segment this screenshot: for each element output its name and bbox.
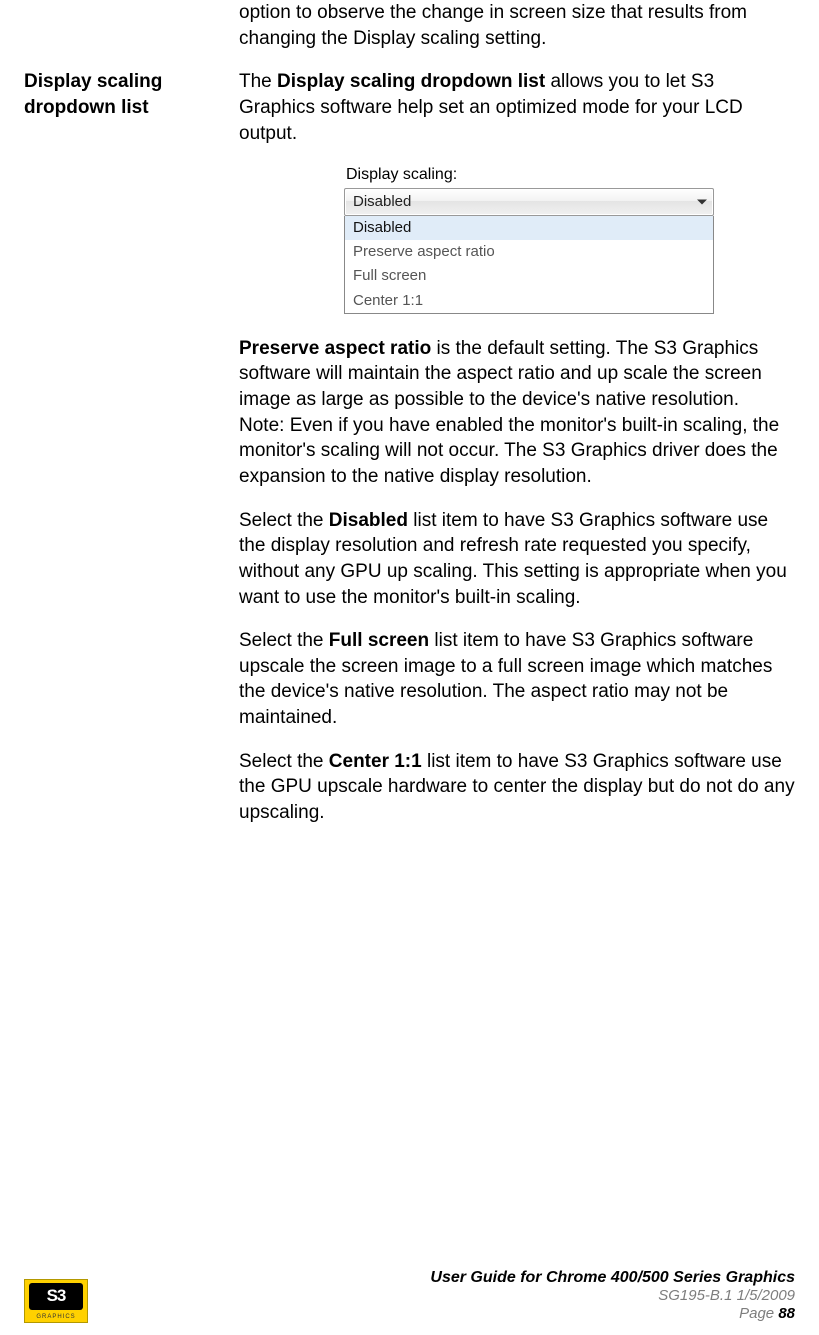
text-fragment: The (239, 71, 277, 92)
text-fragment: Select the (239, 510, 329, 531)
paragraph-full-screen: Select the Full screen list item to have… (239, 628, 795, 731)
dropdown-list: Disabled Preserve aspect ratio Full scre… (344, 216, 714, 314)
bold-term: Display scaling dropdown list (277, 71, 545, 92)
logo-text: S3 (29, 1283, 83, 1310)
bold-term: Full screen (329, 630, 429, 651)
note-text: Note: Even if you have enabled the monit… (239, 415, 779, 487)
paragraph-preserve-aspect: Preserve aspect ratio is the default set… (239, 336, 795, 490)
footer-page: Page 88 (430, 1305, 795, 1323)
dropdown-option[interactable]: Center 1:1 (345, 289, 713, 313)
page-footer: S3 GRAPHICS User Guide for Chrome 400/50… (24, 1268, 795, 1323)
text-fragment: Select the (239, 630, 329, 651)
page-number: 88 (778, 1305, 795, 1322)
footer-meta: SG195-B.1 1/5/2009 (430, 1287, 795, 1305)
chevron-down-icon (697, 199, 707, 204)
dropdown-select[interactable]: Disabled (344, 188, 714, 216)
logo-subtext: GRAPHICS (25, 1313, 87, 1321)
s3-logo: S3 GRAPHICS (24, 1279, 88, 1323)
dropdown-selected-value: Disabled (353, 192, 411, 212)
footer-title: User Guide for Chrome 400/500 Series Gra… (430, 1268, 795, 1287)
bold-term: Preserve aspect ratio (239, 338, 431, 359)
paragraph-center: Select the Center 1:1 list item to have … (239, 749, 795, 826)
dropdown-option[interactable]: Preserve aspect ratio (345, 240, 713, 264)
paragraph-disabled: Select the Disabled list item to have S3… (239, 508, 795, 611)
dropdown-option[interactable]: Full screen (345, 264, 713, 288)
dropdown-option[interactable]: Disabled (345, 216, 713, 240)
intro-trailing-text: option to observe the change in screen s… (239, 0, 795, 51)
page-label: Page (739, 1305, 778, 1322)
dropdown-label: Display scaling: (344, 164, 714, 186)
text-fragment: Select the (239, 751, 329, 772)
section-intro-paragraph: The Display scaling dropdown list allows… (239, 69, 795, 146)
dropdown-screenshot: Display scaling: Disabled Disabled Prese… (344, 164, 714, 314)
bold-term: Center 1:1 (329, 751, 422, 772)
bold-term: Disabled (329, 510, 408, 531)
section-heading: Display scaling dropdown list (24, 69, 239, 120)
